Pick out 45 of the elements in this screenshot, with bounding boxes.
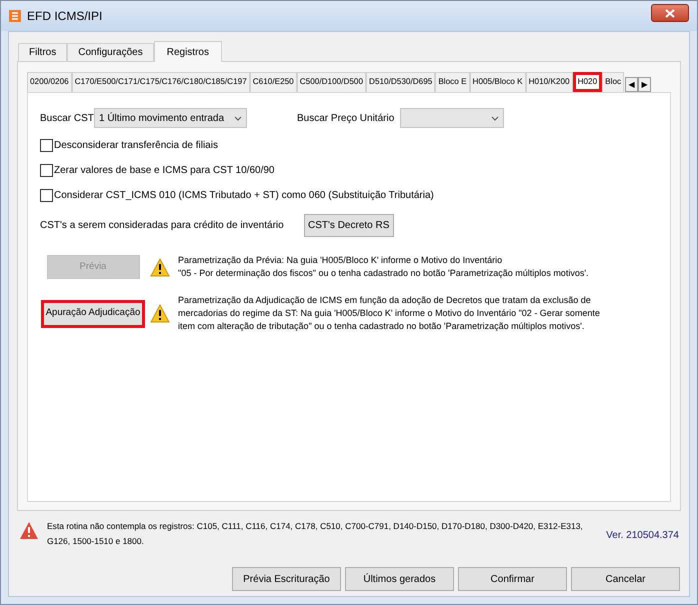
subtab[interactable]: C610/E250 [250, 72, 297, 92]
dropdown-value: 1 Último movimento entrada [99, 111, 224, 126]
version-text: Ver. 210504.374 [606, 529, 679, 543]
subtab[interactable]: C170/E500/C171/C175/C176/C180/C185/C197 [72, 72, 250, 92]
subtab[interactable]: Bloco E [435, 72, 470, 92]
instruction-text: Parametrização da Adjudicação de ICMS em função da adoção de Decretos que tratam da exclusão de mercadorias do regime da ST: Na guia 'H005/Bloco K' informe o Motivo do Inventário "02 - Gerar somente item com alteração de tributação" ou o tenha cadastrado no botão 'Parametrização múltiplos motivos'. [178, 294, 600, 333]
close-icon [665, 8, 675, 18]
subtab[interactable]: H020 [572, 72, 602, 92]
dialog-button[interactable]: Prévia Escrituração [232, 567, 341, 591]
field-label: Buscar Preço Unitário [297, 112, 394, 126]
app-icon [9, 10, 21, 22]
checkbox[interactable] [40, 139, 53, 152]
instruction-text: Parametrização da Prévia: Na guia 'H005/Bloco K' informe o Motivo do Inventário "05 - Por determinação dos fiscos" ou o tenha cadastrado no botão 'Parametrização múltiplos motivos'. [178, 254, 589, 280]
subtab[interactable]: H005/Bloco K [470, 72, 526, 92]
tab[interactable]: Filtros [18, 43, 68, 61]
subtab[interactable]: Bloc [602, 72, 624, 92]
action-button[interactable]: Apuração Adjudicação [41, 300, 145, 328]
error-icon [19, 521, 39, 540]
checkbox[interactable] [40, 189, 53, 202]
decree-button[interactable]: CST's Decreto RS [304, 214, 394, 236]
subtab[interactable]: C500/D100/D500 [296, 72, 366, 92]
caret-icon [491, 116, 500, 120]
tab[interactable]: Configurações [67, 43, 154, 61]
dropdown[interactable]: 1 Último movimento entrada [94, 108, 247, 128]
checkbox-label: Desconsiderar transferência de filiais [54, 139, 218, 153]
close-button[interactable] [651, 4, 689, 22]
subtab[interactable]: 0200/0206 [27, 72, 72, 92]
scroll-arrow-button[interactable]: ◀ [625, 77, 638, 92]
tab[interactable]: Registros [154, 41, 222, 62]
dialog-button[interactable]: Cancelar [571, 567, 680, 591]
subtab[interactable]: D510/D530/D695 [366, 72, 436, 92]
notice-text: Esta rotina não contempla os registros: C105, C111, C116, C174, C178, C510, C700-C791, D140-D150, D170-D180, D300-D420, E312-E313, G126, 1500-1510 e 1800. [46, 520, 584, 548]
checkbox[interactable] [40, 164, 53, 177]
window-title: EFD ICMS/IPI [27, 8, 102, 25]
dialog-button[interactable]: Últimos gerados [345, 567, 454, 591]
checkbox-label: Zerar valores de base e ICMS para CST 10/60/90 [54, 164, 274, 178]
dialog-button[interactable]: Confirmar [458, 567, 567, 591]
scroll-arrow-button[interactable]: ▶ [638, 77, 652, 92]
checkbox-label: Considerar CST_ICMS 010 (ICMS Tributado + ST) como 060 (Substituição Tributária) [54, 189, 434, 203]
field-label: CST's a serem consideradas para crédito de inventário [40, 218, 284, 232]
warning-icon [150, 304, 170, 323]
field-label: Buscar CST [40, 112, 94, 126]
warning-icon [150, 258, 170, 276]
subtab[interactable]: H010/K200 [526, 72, 573, 92]
caret-icon [234, 116, 242, 120]
